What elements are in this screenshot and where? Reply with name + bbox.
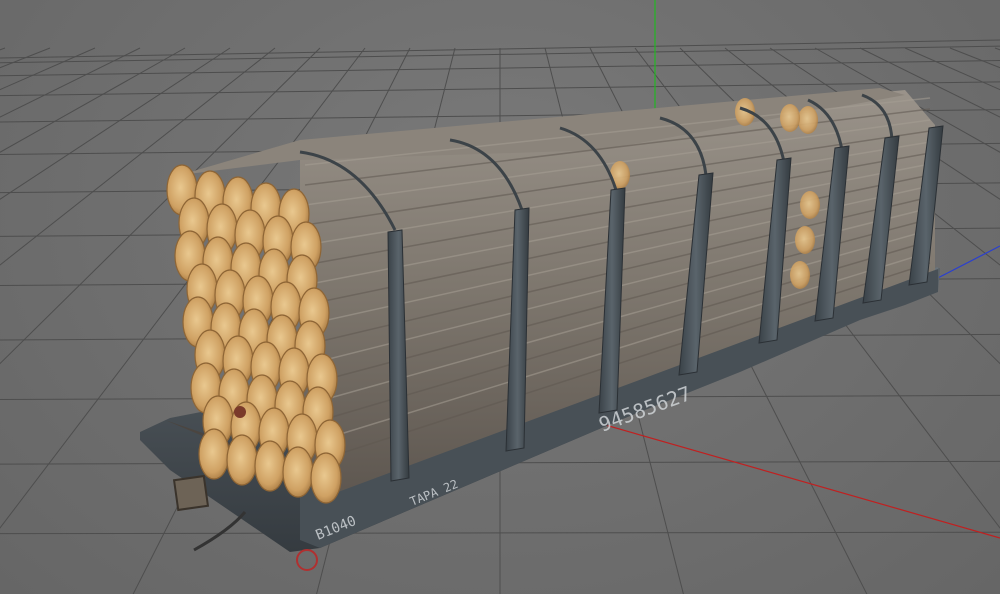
grid-line	[0, 47, 96, 91]
3d-viewport[interactable]: 94585627 ТАРА 22 B1040	[0, 0, 1000, 594]
brake-wheel[interactable]	[296, 549, 318, 571]
log-end	[790, 261, 810, 289]
log-end	[310, 452, 342, 504]
grid-line	[0, 47, 141, 118]
brake-hub	[234, 406, 246, 418]
log-end	[780, 104, 800, 132]
log-end	[254, 440, 286, 492]
z-axis-line	[929, 245, 1000, 283]
log-end	[800, 191, 820, 219]
flatcar-model[interactable]: 94585627 ТАРА 22 B1040	[140, 88, 944, 571]
grid-line	[0, 47, 6, 51]
log-end	[226, 434, 258, 486]
log-end	[795, 226, 815, 254]
grid-line	[994, 47, 1000, 51]
viewport-canvas[interactable]: 94585627 ТАРА 22 B1040	[0, 0, 1000, 594]
log-end	[198, 428, 230, 480]
x-axis-line	[559, 411, 1000, 539]
log-end	[282, 446, 314, 498]
log-end	[798, 106, 818, 134]
